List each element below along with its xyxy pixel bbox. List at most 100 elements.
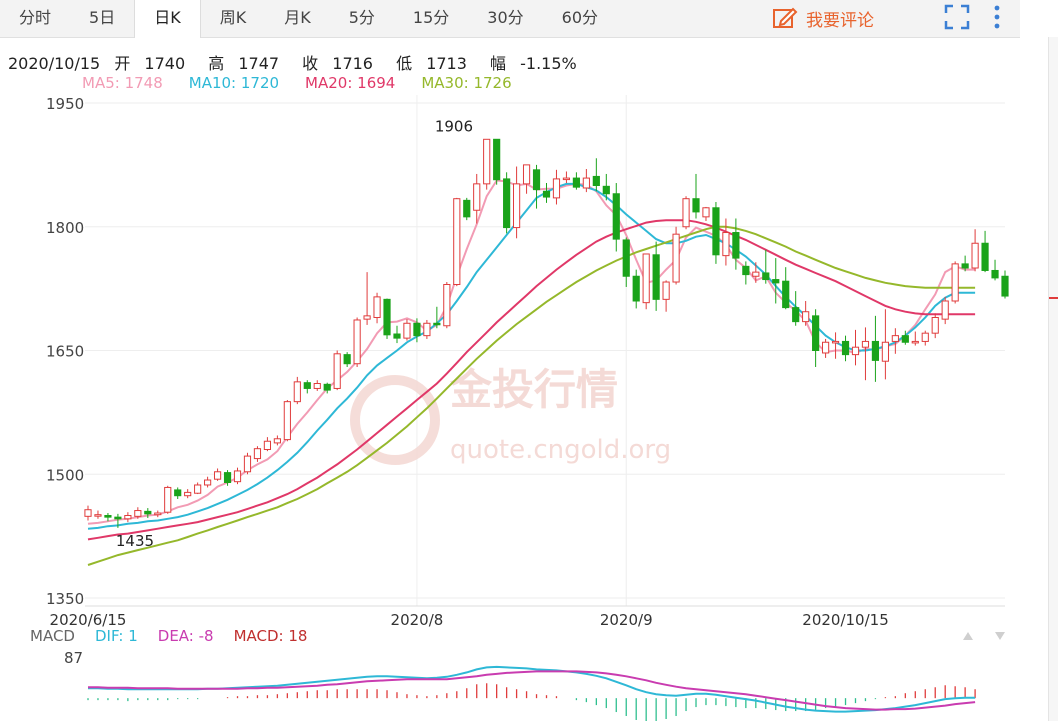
candle-body [522,164,531,185]
candle-body [84,509,92,517]
candle-body [134,510,142,517]
macd-axis-label: 87 [64,649,83,667]
candle-body [971,242,979,269]
candle-body [204,479,212,486]
candle-body [542,190,551,198]
candle-body [812,315,820,352]
candle-body [772,279,780,284]
candle-body [692,198,700,213]
macd-line-dea [88,670,976,711]
candle-body [752,271,760,277]
candle-body [323,383,331,391]
candle-body [393,333,401,339]
candle-body [552,178,561,199]
candle-body [722,232,730,257]
y-tick-label: 1350 [46,590,84,608]
candle-body [453,198,461,285]
candle-body [94,514,102,517]
candlestick-chart: 1950 1800 1650 1500 1350 2020/6/15 2020/8 2020/… [46,95,1058,721]
candle-body [871,340,880,361]
candle-body [283,401,291,441]
candle-body [333,353,341,389]
candle-body [194,484,202,494]
x-tick-label: 2020/6/15 [50,611,127,629]
y-tick-label: 1950 [46,95,84,113]
scroll-up-icon [963,632,973,640]
candle-body [483,138,491,185]
candle-body [463,199,471,218]
candle-body [213,471,222,480]
candle-body [831,340,840,344]
candle-body [423,322,431,337]
candle-body [562,177,571,181]
candle-body [961,263,969,269]
candle-body [851,346,860,356]
candle-body [632,275,640,302]
candle-body [473,183,481,211]
candle-body [881,341,889,362]
candle-body [144,510,152,515]
x-tick-label: 2020/8 [391,611,444,629]
candle-body [602,185,610,195]
candle-body [104,515,112,518]
price-annotation: 1906 [435,117,473,135]
candle-body [313,383,321,389]
candle-body [652,254,660,300]
candle-body [503,178,511,229]
candle-body [732,232,740,259]
candle-body [911,340,919,344]
candle-body [622,239,630,277]
candle-body [493,138,501,181]
candle-body [303,382,311,389]
candle-body [513,183,521,229]
candle-body [373,296,381,318]
candle-body [353,319,361,365]
y-tick-label: 1800 [46,219,84,237]
candle-body [343,354,351,365]
candle-body [821,341,830,354]
candle-body [662,281,670,300]
candle-body [802,311,810,323]
candle-body [164,486,172,513]
candle-body [363,315,371,320]
candle-body [383,298,391,336]
candle-body [712,207,720,256]
y-tick-label: 1500 [46,466,84,484]
candle-body [413,322,421,337]
candle-body [253,448,262,460]
candle-body [293,381,301,403]
candle-body [263,440,272,450]
candle-body [184,491,192,497]
candle-body [403,322,411,339]
watermark-url: quote.cngold.org [450,435,671,465]
candle-body [682,198,690,228]
candle-body [174,489,182,497]
candle-body [612,193,620,240]
candle-body [782,280,790,309]
candle-body [901,335,909,343]
candle-body [861,340,870,348]
candle-body [532,169,541,191]
price-annotation: 1435 [116,532,154,550]
candle-body [233,470,242,483]
candle-body [592,175,600,187]
watermark-text: 金投行情 [449,365,618,414]
candle-body [433,322,441,326]
candle-body [273,438,281,444]
candle-body [921,332,929,342]
candle-body [742,265,750,276]
candle-body [243,455,252,473]
candle-body [672,233,680,283]
candle-body [154,512,162,516]
candle-body [124,515,132,520]
x-tick-label: 2020/10/15 [802,611,888,629]
candle-body [991,269,999,279]
candle-body [941,300,949,320]
candle-body [443,284,451,327]
candle-body [1001,275,1009,297]
candle-body [792,307,800,323]
candle-body [702,207,710,218]
candle-body [762,272,770,281]
candle-body [981,242,989,271]
x-tick-label: 2020/9 [600,611,653,629]
